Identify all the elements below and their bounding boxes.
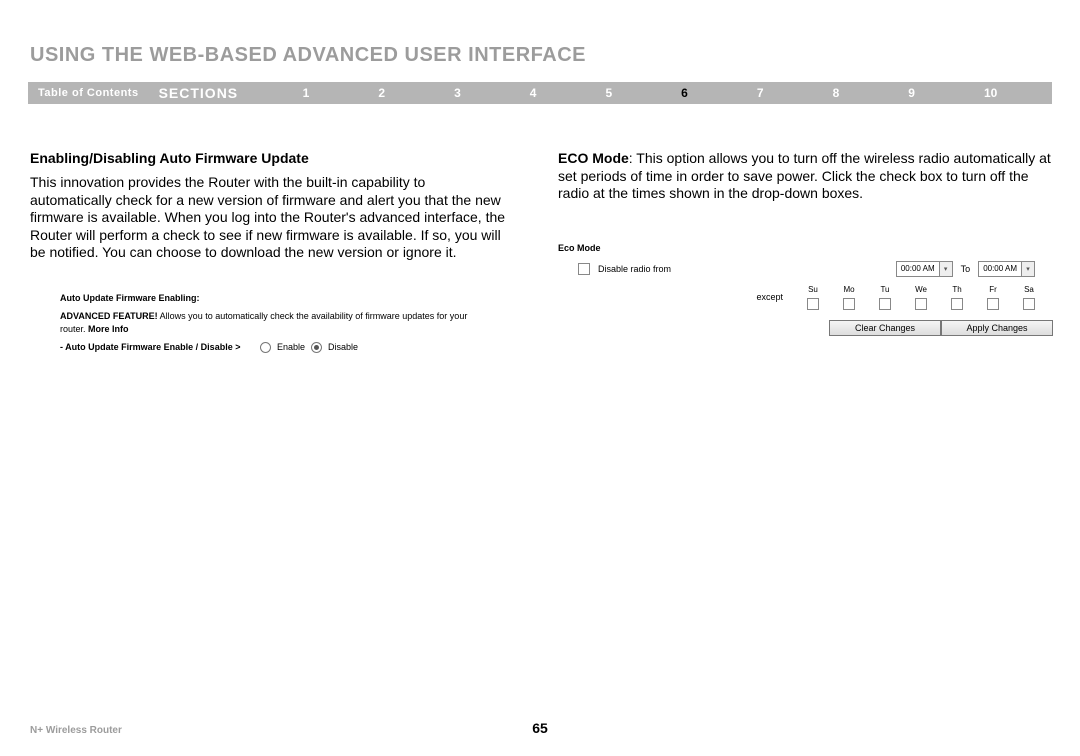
- day-col-fr: Fr: [979, 285, 1007, 310]
- section-1[interactable]: 1: [303, 86, 310, 100]
- day-checkbox-su[interactable]: [807, 298, 819, 310]
- day-checkbox-fr[interactable]: [987, 298, 999, 310]
- day-checkbox-sa[interactable]: [1023, 298, 1035, 310]
- day-checkbox-th[interactable]: [951, 298, 963, 310]
- left-column: Enabling/Disabling Auto Firmware Update …: [30, 150, 510, 354]
- section-4[interactable]: 4: [530, 86, 537, 100]
- eco-mode-desc: : This option allows you to turn off the…: [558, 150, 1051, 201]
- section-10[interactable]: 10: [984, 86, 997, 100]
- except-label: except: [756, 292, 783, 302]
- time-from-select[interactable]: 00:00 AM ▾: [896, 261, 953, 277]
- day-label: Tu: [880, 285, 889, 294]
- section-6[interactable]: 6: [681, 86, 688, 100]
- footer-page-number: 65: [0, 720, 1080, 736]
- chevron-down-icon: ▾: [939, 262, 952, 276]
- disable-label: Disable: [328, 341, 358, 354]
- sections-label: SECTIONS: [159, 85, 269, 101]
- auto-update-header: Auto Update Firmware Enabling:: [60, 292, 490, 305]
- chevron-down-icon: ▾: [1021, 262, 1034, 276]
- day-label: Mo: [843, 285, 854, 294]
- eco-mode-label: ECO Mode: [558, 150, 629, 166]
- time-to-select[interactable]: 00:00 AM ▾: [978, 261, 1035, 277]
- right-column: ECO Mode: This option allows you to turn…: [558, 150, 1053, 336]
- section-numbers: 1 2 3 4 5 6 7 8 9 10: [268, 86, 1052, 100]
- day-checkbox-tu[interactable]: [879, 298, 891, 310]
- day-col-su: Su: [799, 285, 827, 310]
- eco-header: Eco Mode: [558, 243, 1053, 253]
- time-from-value: 00:00 AM: [897, 264, 939, 273]
- day-checkbox-we[interactable]: [915, 298, 927, 310]
- day-col-tu: Tu: [871, 285, 899, 310]
- to-label: To: [961, 264, 971, 274]
- apply-changes-button[interactable]: Apply Changes: [941, 320, 1053, 336]
- advanced-feature-label: ADVANCED FEATURE!: [60, 311, 158, 321]
- eco-row-days: except Su Mo Tu We Th Fr Sa: [558, 285, 1053, 310]
- day-col-we: We: [907, 285, 935, 310]
- section-8[interactable]: 8: [833, 86, 840, 100]
- left-subheading: Enabling/Disabling Auto Firmware Update: [30, 150, 510, 166]
- clear-changes-button[interactable]: Clear Changes: [829, 320, 941, 336]
- section-7[interactable]: 7: [757, 86, 764, 100]
- day-col-th: Th: [943, 285, 971, 310]
- page-title: USING THE WEB-BASED ADVANCED USER INTERF…: [30, 44, 586, 67]
- day-label: Su: [808, 285, 818, 294]
- more-info-link[interactable]: More Info: [88, 324, 129, 334]
- section-navbar: Table of Contents SECTIONS 1 2 3 4 5 6 7…: [28, 82, 1052, 104]
- day-label: Sa: [1024, 285, 1034, 294]
- auto-update-toggle-label: - Auto Update Firmware Enable / Disable …: [60, 341, 260, 354]
- disable-radio[interactable]: [311, 342, 322, 353]
- eco-panel: Eco Mode Disable radio from 00:00 AM ▾ T…: [558, 243, 1053, 336]
- section-9[interactable]: 9: [908, 86, 915, 100]
- disable-radio-checkbox[interactable]: [578, 263, 590, 275]
- day-label: Fr: [989, 285, 997, 294]
- day-label: We: [915, 285, 927, 294]
- disable-radio-label: Disable radio from: [598, 264, 671, 274]
- toc-link[interactable]: Table of Contents: [28, 87, 159, 99]
- left-body: This innovation provides the Router with…: [30, 174, 510, 262]
- day-col-sa: Sa: [1015, 285, 1043, 310]
- section-3[interactable]: 3: [454, 86, 461, 100]
- day-checkbox-mo[interactable]: [843, 298, 855, 310]
- enable-radio[interactable]: [260, 342, 271, 353]
- section-5[interactable]: 5: [605, 86, 612, 100]
- day-col-mo: Mo: [835, 285, 863, 310]
- time-to-value: 00:00 AM: [979, 264, 1021, 273]
- right-body: ECO Mode: This option allows you to turn…: [558, 150, 1053, 203]
- auto-update-toggle-row: - Auto Update Firmware Enable / Disable …: [60, 341, 490, 354]
- auto-update-panel: Auto Update Firmware Enabling: ADVANCED …: [30, 292, 510, 354]
- enable-label: Enable: [277, 341, 305, 354]
- eco-buttons-row: Clear Changes Apply Changes: [558, 320, 1053, 336]
- eco-row-time: Disable radio from 00:00 AM ▾ To 00:00 A…: [558, 261, 1053, 277]
- auto-update-desc: ADVANCED FEATURE! Allows you to automati…: [60, 310, 490, 335]
- day-label: Th: [952, 285, 961, 294]
- section-2[interactable]: 2: [378, 86, 385, 100]
